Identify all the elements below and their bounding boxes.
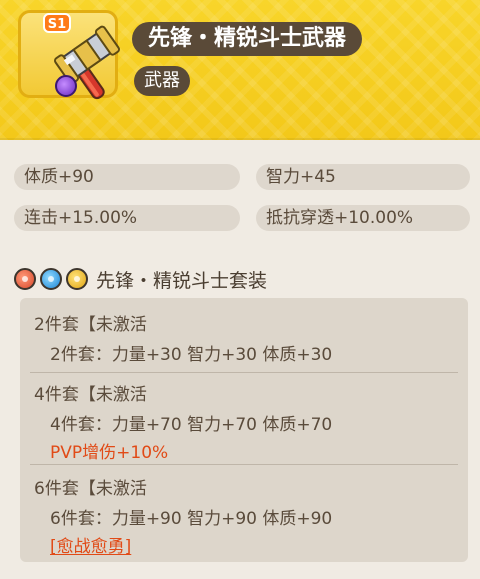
divider xyxy=(30,464,458,465)
stat-combo: 连击+15.00% xyxy=(14,205,240,231)
divider xyxy=(30,372,458,373)
item-type: 武器 xyxy=(134,66,190,96)
tier-bonus: 4件套：力量+70 智力+70 体质+70 xyxy=(50,415,333,435)
stat-constitution: 体质+90 xyxy=(14,164,240,190)
set-name: 先锋・精锐斗士套装 xyxy=(96,269,268,292)
set-title-row: 先锋・精锐斗士套装 xyxy=(14,262,267,296)
skill-link[interactable]: [愈战愈勇] xyxy=(50,532,131,557)
item-header: S1 先锋・精锐斗士武器 武器 xyxy=(0,0,480,140)
stat-resist-pierce: 抵抗穿透+10.00% xyxy=(256,205,470,231)
tier-heading: 6件套【未激活 xyxy=(34,479,147,499)
set-bonus-panel: 2件套【未激活 2件套：力量+30 智力+30 体质+30 4件套【未激活 4件… xyxy=(20,298,468,562)
tier-heading: 4件套【未激活 xyxy=(34,385,147,405)
tier-bonus: 2件套：力量+30 智力+30 体质+30 xyxy=(50,345,333,365)
item-name: 先锋・精锐斗士武器 xyxy=(132,22,363,56)
gold-gem-icon xyxy=(66,268,88,290)
grade-badge: S1 xyxy=(43,13,71,33)
blue-gem-icon xyxy=(40,268,62,290)
stat-intelligence: 智力+45 xyxy=(256,164,470,190)
item-icon-frame[interactable]: S1 xyxy=(18,10,121,100)
tier-pvp-bonus: PVP增伤+10% xyxy=(50,443,169,463)
red-gem-icon xyxy=(14,268,36,290)
purple-element-icon xyxy=(55,75,77,97)
tier-heading: 2件套【未激活 xyxy=(34,315,147,335)
tier-bonus: 6件套：力量+90 智力+90 体质+90 xyxy=(50,509,333,529)
